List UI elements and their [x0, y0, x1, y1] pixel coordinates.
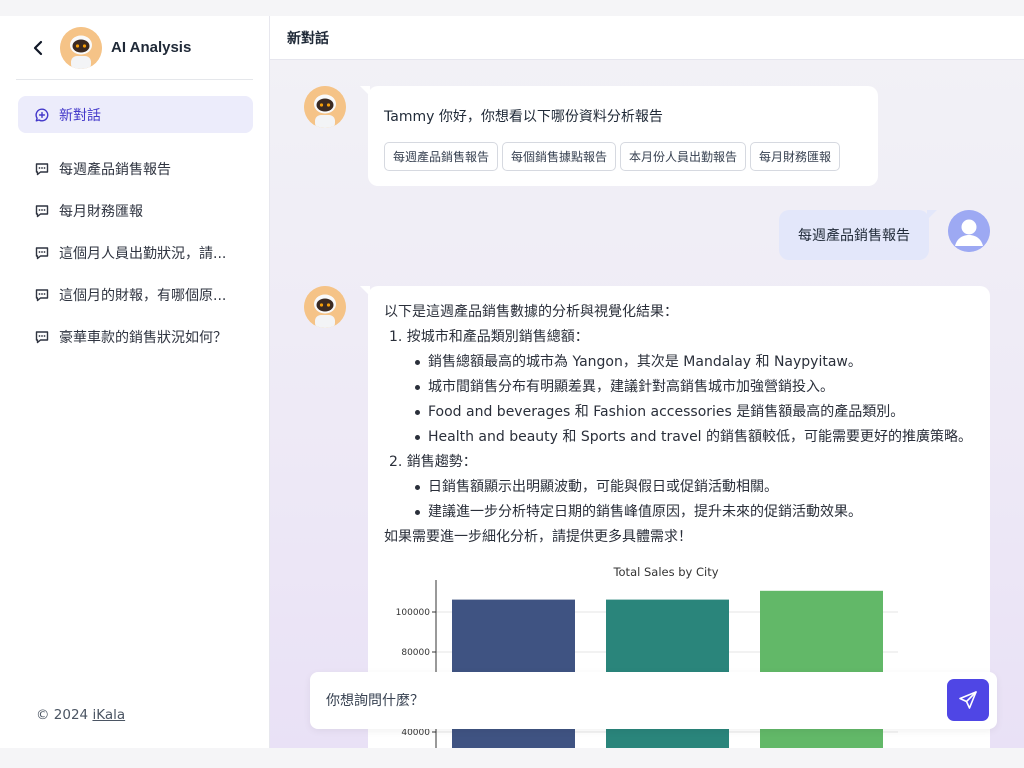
bot-avatar — [304, 286, 346, 328]
bullet: 銷售總額最高的城市為 Yangon，其次是 Mandalay 和 Naypyit… — [384, 350, 990, 375]
history-item-label: 這個月的財報，有哪個原... — [59, 287, 227, 304]
suggestion-chip[interactable]: 本月份人員出勤報告 — [620, 142, 747, 171]
chat-bubble-icon — [35, 204, 49, 218]
y-tick-label: 100000 — [396, 608, 431, 618]
y-tick-label: 80000 — [401, 648, 430, 658]
suggestion-chip[interactable]: 每個銷售據點報告 — [502, 142, 617, 171]
history-item-label: 每週產品銷售報告 — [59, 161, 171, 178]
bot-avatar — [304, 86, 346, 128]
app-window: AI Analysis 新對話 每週產品銷售報告 每月財務匯報 這個月人員出勤狀… — [0, 16, 1024, 748]
answer-body: 以下是這週產品銷售數據的分析與視覺化結果： 1. 按城市和產品類別銷售總額： 銷… — [384, 300, 990, 550]
answer-section-1: 1. 按城市和產品類別銷售總額： — [389, 329, 589, 345]
back-arrow-icon[interactable] — [30, 40, 46, 56]
suggestion-chip[interactable]: 每月財務匯報 — [750, 142, 841, 171]
history-item-label: 這個月人員出勤狀況，請... — [59, 245, 227, 262]
ikala-link[interactable]: iKala — [92, 707, 125, 723]
user-message-bubble: 每週產品銷售報告 — [779, 210, 937, 260]
history-item-1[interactable]: 每週產品銷售報告 — [18, 150, 253, 187]
history-item-5[interactable]: 豪華車款的銷售狀況如何？ — [18, 318, 253, 355]
send-button[interactable] — [947, 679, 989, 721]
suggestion-chip[interactable]: 每週產品銷售報告 — [384, 142, 499, 171]
answer-intro: 以下是這週產品銷售數據的分析與視覺化結果： — [384, 304, 678, 320]
new-chat-button[interactable]: 新對話 — [18, 96, 253, 133]
bullet: 日銷售額顯示出明顯波動，可能與假日或促銷活動相關。 — [384, 475, 990, 500]
chat-plus-icon — [35, 107, 49, 122]
chat-bubble-icon — [35, 162, 49, 176]
section-2-bullets: 日銷售額顯示出明顯波動，可能與假日或促銷活動相關。 建議進一步分析特定日期的銷售… — [384, 475, 990, 525]
suggestion-chips: 每週產品銷售報告 每個銷售據點報告 本月份人員出勤報告 每月財務匯報 — [384, 142, 878, 171]
answer-section-2: 2. 銷售趨勢： — [389, 454, 477, 470]
history-item-3[interactable]: 這個月人員出勤狀況，請... — [18, 234, 253, 271]
section-1-bullets: 銷售總額最高的城市為 Yangon，其次是 Mandalay 和 Naypyit… — [384, 350, 990, 450]
history-item-label: 每月財務匯報 — [59, 203, 143, 220]
y-tick-label: 40000 — [401, 728, 430, 738]
bullet: 建議進一步分析特定日期的銷售峰值原因，提升未來的促銷活動效果。 — [384, 500, 990, 525]
user-avatar — [948, 210, 990, 252]
message-input[interactable] — [326, 692, 926, 709]
history-item-2[interactable]: 每月財務匯報 — [18, 192, 253, 229]
bullet: Food and beverages 和 Fashion accessories… — [384, 400, 990, 425]
chat-bubble-icon — [35, 288, 49, 302]
chat-nav: 新對話 每週產品銷售報告 每月財務匯報 這個月人員出勤狀況，請... 這個月的財… — [0, 80, 269, 355]
bullet: 城市間銷售分布有明顯差異，建議針對高銷售城市加強營銷投入。 — [384, 375, 990, 400]
bot-avatar — [60, 26, 102, 69]
bullet: Health and beauty 和 Sports and travel 的銷… — [384, 425, 990, 450]
chat-title: 新對話 — [287, 30, 329, 47]
history-item-4[interactable]: 這個月的財報，有哪個原... — [18, 276, 253, 313]
chat-bubble-icon — [35, 246, 49, 260]
send-icon — [959, 691, 977, 709]
sidebar: AI Analysis 新對話 每週產品銷售報告 每月財務匯報 這個月人員出勤狀… — [0, 16, 270, 748]
chat-bubble-icon — [35, 330, 49, 344]
bot-greeting-bubble: Tammy 你好，你想看以下哪份資料分析報告 每週產品銷售報告 每個銷售據點報告本… — [360, 86, 878, 186]
app-title: AI Analysis — [111, 39, 192, 56]
greeting-text: Tammy 你好，你想看以下哪份資料分析報告 — [384, 109, 663, 125]
chat-main: 新對話 Tammy 你好，你想看以下哪份資料分析報告 每週產品銷售報告 每個銷售據… — [270, 16, 1024, 748]
chart-title: Total Sales by City — [612, 565, 718, 579]
history-item-label: 豪華車款的銷售狀況如何？ — [59, 329, 227, 346]
chat-header: 新對話 — [270, 16, 1024, 60]
answer-outro: 如果需要進一步細化分析，請提供更多具體需求！ — [384, 529, 692, 545]
new-chat-label: 新對話 — [59, 107, 101, 124]
copyright-text: © 2024 — [36, 707, 89, 723]
copyright: © 2024 iKala — [36, 707, 125, 723]
user-message-text: 每週產品銷售報告 — [798, 228, 910, 244]
message-input-bar — [310, 672, 997, 729]
sidebar-header: AI Analysis — [16, 16, 253, 80]
